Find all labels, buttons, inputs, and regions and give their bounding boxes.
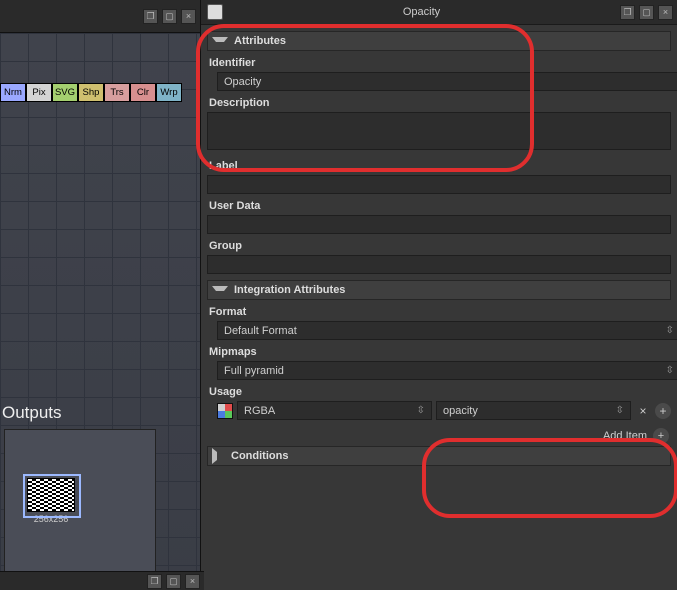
tool-chip-nrm[interactable]: Nrm <box>0 83 26 102</box>
add-usage-button[interactable]: + <box>655 403 671 419</box>
label-group: Group <box>209 240 671 252</box>
section-header-conditions[interactable]: Conditions <box>207 446 671 466</box>
tool-chip-shp[interactable]: Shp <box>78 83 104 102</box>
section-header-attributes[interactable]: Attributes <box>207 31 671 51</box>
tool-chip-pix[interactable]: Pix <box>26 83 52 102</box>
usage-name-value: opacity <box>443 405 478 417</box>
usage-channel-value: RGBA <box>244 405 275 417</box>
graph-pane-footer: ❐ ▢ × <box>0 571 204 590</box>
popout-icon[interactable]: ❐ <box>147 574 162 589</box>
updown-icon: ⇳ <box>417 405 425 416</box>
label-input[interactable] <box>207 175 671 194</box>
identifier-input[interactable] <box>217 72 677 91</box>
label-description: Description <box>209 97 671 109</box>
popout-icon[interactable]: ❐ <box>143 9 158 24</box>
close-icon[interactable]: × <box>185 574 200 589</box>
maximize-icon[interactable]: ▢ <box>639 5 654 20</box>
label-userdata: User Data <box>209 200 671 212</box>
graph-pane-header: ❐ ▢ × <box>0 0 200 33</box>
graph-canvas[interactable]: Nrm Pix SVG Shp Trs Clr Wrp Outputs 256x… <box>0 33 200 590</box>
section-title: Attributes <box>234 35 286 47</box>
label-mipmaps: Mipmaps <box>209 346 671 358</box>
inspector-titlebar: Opacity ❐ ▢ × <box>201 0 677 25</box>
chevron-right-icon <box>212 448 225 464</box>
tool-strip: Nrm Pix SVG Shp Trs Clr Wrp <box>0 83 182 102</box>
add-item-button[interactable]: + <box>653 428 669 444</box>
output-node-thumbnail <box>27 478 75 512</box>
usage-name-select[interactable]: opacity ⇳ <box>436 401 631 420</box>
inspector-body: Attributes Identifier Description Label … <box>201 25 677 590</box>
inspector-title: Opacity <box>223 6 620 18</box>
usage-row: RGBA ⇳ opacity ⇳ × + <box>217 401 671 420</box>
tool-chip-clr[interactable]: Clr <box>130 83 156 102</box>
remove-usage-button[interactable]: × <box>635 404 651 418</box>
group-input[interactable] <box>207 255 671 274</box>
outputs-box[interactable]: 256x256 <box>4 429 156 575</box>
tool-chip-trs[interactable]: Trs <box>104 83 130 102</box>
close-icon[interactable]: × <box>658 5 673 20</box>
output-node-size: 256x256 <box>27 514 75 524</box>
mipmaps-value: Full pyramid <box>224 365 284 377</box>
format-value: Default Format <box>224 325 297 337</box>
inspector-pane: Opacity ❐ ▢ × Attributes Identifier Desc… <box>201 0 677 590</box>
section-title: Integration Attributes <box>234 284 345 296</box>
label-label: Label <box>209 160 671 172</box>
output-node[interactable]: 256x256 <box>27 478 75 524</box>
updown-icon: ⇳ <box>616 405 624 416</box>
updown-icon: ⇳ <box>666 365 674 376</box>
add-item-row[interactable]: Add Item + <box>207 428 669 444</box>
popout-icon[interactable]: ❐ <box>620 5 635 20</box>
close-icon[interactable]: × <box>181 9 196 24</box>
chevron-down-icon <box>212 286 228 299</box>
add-item-label: Add Item <box>603 430 647 442</box>
maximize-icon[interactable]: ▢ <box>166 574 181 589</box>
userdata-input[interactable] <box>207 215 671 234</box>
section-header-integration[interactable]: Integration Attributes <box>207 280 671 300</box>
rgba-icon <box>217 403 233 419</box>
usage-channel-select[interactable]: RGBA ⇳ <box>237 401 432 420</box>
chevron-down-icon <box>212 37 228 50</box>
label-usage: Usage <box>209 386 671 398</box>
mipmaps-select[interactable]: Full pyramid ⇳ <box>217 361 677 380</box>
graph-pane: ❐ ▢ × Nrm Pix SVG Shp Trs Clr Wrp Output… <box>0 0 201 590</box>
section-title: Conditions <box>231 450 288 462</box>
description-input[interactable] <box>207 112 671 150</box>
tool-chip-svg[interactable]: SVG <box>52 83 78 102</box>
updown-icon: ⇳ <box>666 325 674 336</box>
outputs-heading: Outputs <box>2 403 62 423</box>
maximize-icon[interactable]: ▢ <box>162 9 177 24</box>
label-identifier: Identifier <box>209 57 671 69</box>
tool-chip-wrp[interactable]: Wrp <box>156 83 182 102</box>
document-icon <box>207 4 223 20</box>
format-select[interactable]: Default Format ⇳ <box>217 321 677 340</box>
label-format: Format <box>209 306 671 318</box>
